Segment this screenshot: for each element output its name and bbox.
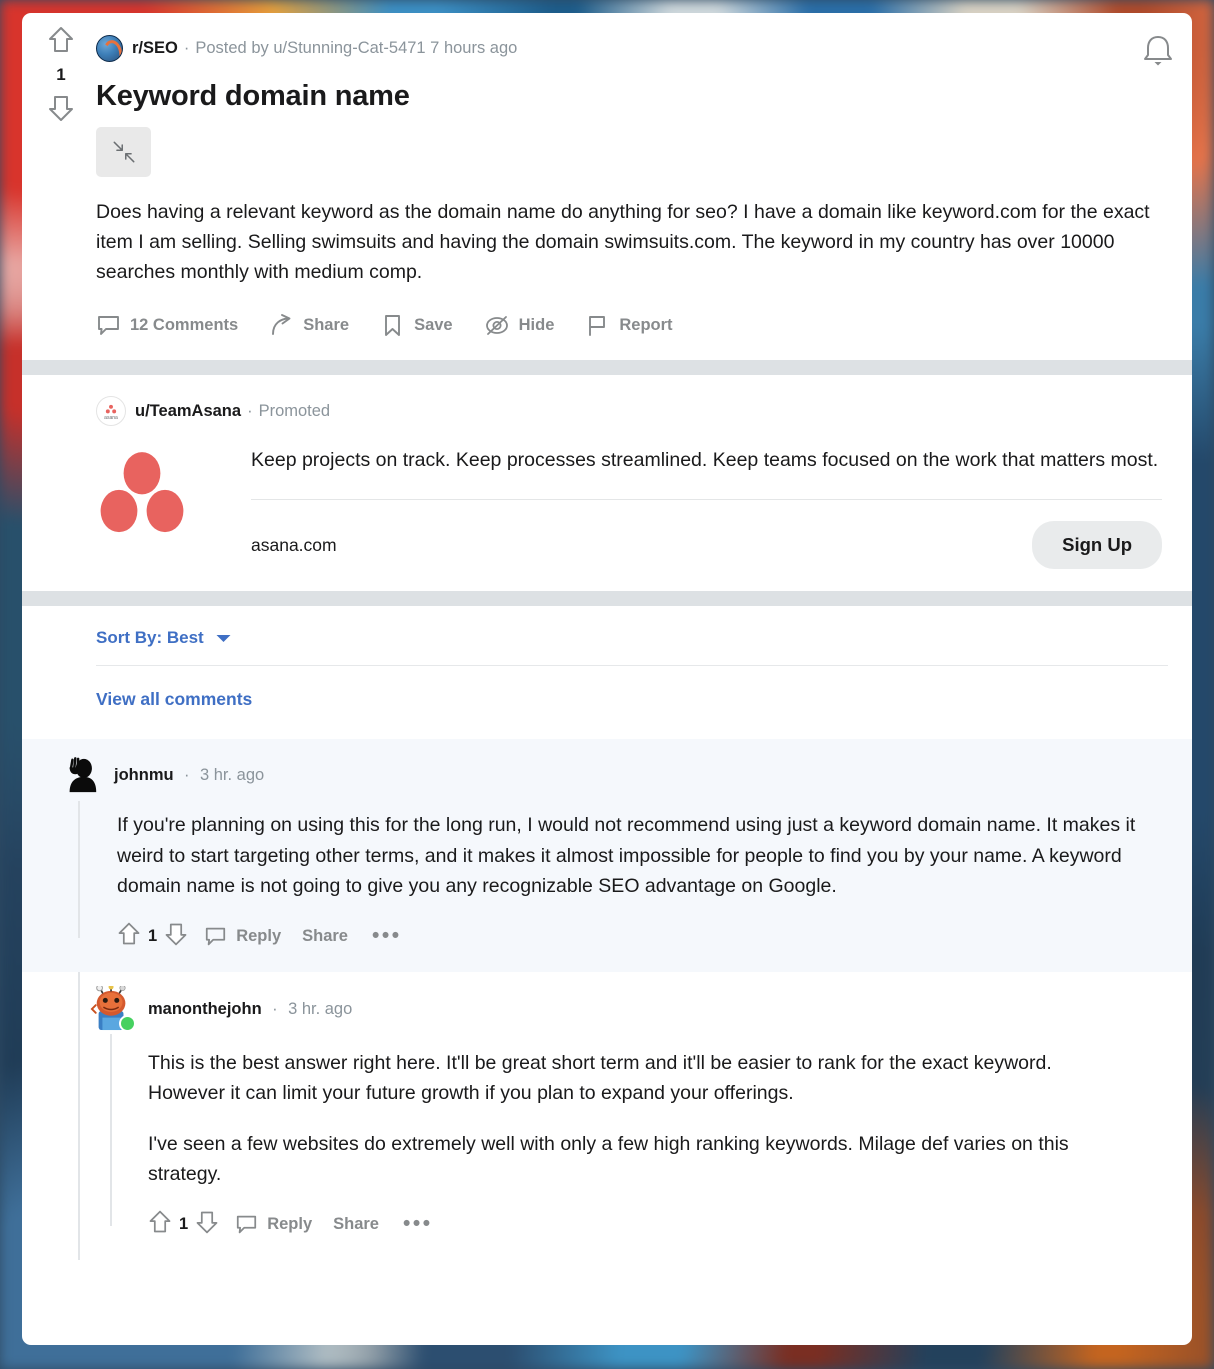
- upvote-arrow-icon[interactable]: [48, 25, 74, 55]
- post-action-bar: 12 Comments Share Save Hide Report: [96, 313, 1168, 360]
- comment-downvote-icon[interactable]: [195, 1209, 219, 1240]
- share-button[interactable]: Share: [269, 313, 349, 338]
- report-button[interactable]: Report: [585, 313, 673, 338]
- section-divider-bottom: [22, 591, 1192, 607]
- comment-author[interactable]: johnmu: [114, 766, 174, 784]
- page-title: Keyword domain name: [96, 80, 410, 112]
- comment-reply-button[interactable]: Reply: [204, 925, 281, 948]
- comments-button[interactable]: 12 Comments: [96, 313, 238, 338]
- comment-paragraph: If you're planning on using this for the…: [117, 814, 1136, 897]
- comment-reply-button[interactable]: Reply: [235, 1213, 312, 1236]
- comment-timestamp: 3 hr. ago: [288, 999, 353, 1018]
- chevron-down-icon: [216, 634, 231, 642]
- comment-upvote-icon[interactable]: [148, 1209, 172, 1240]
- comment-header: manonthejohn · 3 hr. ago: [90, 984, 1168, 1033]
- comments-toolbar: Sort By: Best View all comments: [22, 606, 1192, 710]
- section-divider-top: [22, 360, 1192, 376]
- comment-more-button[interactable]: •••: [403, 1214, 433, 1234]
- hide-button[interactable]: Hide: [484, 313, 555, 338]
- bookmark-icon: [385, 315, 401, 337]
- comment-score: 1: [148, 927, 158, 946]
- comment-downvote-icon[interactable]: [164, 921, 188, 952]
- save-label: Save: [414, 316, 453, 335]
- manonthejohn-snoo-avatar[interactable]: [90, 984, 136, 1033]
- asana-logo-icon: asana: [96, 396, 126, 427]
- reply-label: Reply: [267, 1215, 313, 1234]
- comment-more-button[interactable]: •••: [372, 926, 402, 946]
- sign-up-button[interactable]: Sign Up: [1032, 521, 1162, 570]
- ad-footer: asana.com Sign Up: [251, 521, 1162, 570]
- svg-text:asana: asana: [104, 415, 118, 421]
- comment-score: 1: [179, 1215, 189, 1234]
- ad-promoted-label: Promoted: [258, 401, 331, 420]
- comment-bubble-icon: [206, 927, 226, 946]
- post-score: 1: [56, 65, 66, 84]
- comment-share-button[interactable]: Share: [302, 927, 348, 946]
- online-status-indicator: [119, 1015, 136, 1033]
- promoted-ad-section: asana u/TeamAsana · Promoted Keep projec…: [22, 375, 1192, 591]
- reddit-post-card: 1 r/SEO · Posted by u/Stunning-Cat-5471 …: [22, 13, 1192, 1345]
- eye-slash-icon: [485, 316, 508, 336]
- reply-label: Reply: [236, 927, 282, 946]
- ad-text-column: Keep projects on track. Keep processes s…: [251, 445, 1168, 570]
- toolbar-divider: [96, 665, 1168, 667]
- share-arrow-icon: [272, 314, 291, 336]
- sort-by-dropdown[interactable]: Sort By: Best: [96, 628, 1168, 648]
- post-section: r/SEO · Posted by u/Stunning-Cat-5471 7 …: [22, 13, 1192, 360]
- comment-manonthejohn: manonthejohn · 3 hr. ago This is the bes…: [22, 972, 1192, 1261]
- comment-timestamp: 3 hr. ago: [199, 765, 265, 784]
- subreddit-avatar[interactable]: [96, 34, 123, 62]
- ad-headline[interactable]: Keep projects on track. Keep processes s…: [251, 445, 1162, 475]
- view-all-comments-link[interactable]: View all comments: [96, 689, 252, 710]
- ad-advertiser-name[interactable]: u/TeamAsana: [135, 402, 241, 421]
- post-body-text: Does having a relevant keyword as the do…: [96, 201, 1150, 284]
- comment-upvote-icon[interactable]: [117, 921, 141, 952]
- share-label: Share: [303, 316, 350, 335]
- comment-share-button[interactable]: Share: [333, 1215, 379, 1234]
- subreddit-name[interactable]: r/SEO: [132, 39, 178, 58]
- comment-paragraph: I've seen a few websites do extremely we…: [148, 1132, 1069, 1185]
- downvote-arrow-icon[interactable]: [48, 93, 74, 123]
- ad-header: asana u/TeamAsana · Promoted: [96, 395, 1168, 427]
- post-vote-column: 1: [30, 25, 92, 123]
- post-byline: Posted by u/Stunning-Cat-5471 7 hours ag…: [195, 38, 518, 57]
- report-label: Report: [619, 316, 673, 335]
- comment-bubble-icon: [237, 1215, 257, 1234]
- comment-separator: ·: [184, 765, 190, 784]
- sort-by-label: Sort By: Best: [96, 628, 204, 648]
- comment-johnmu: johnmu · 3 hr. ago If you're planning on…: [22, 739, 1192, 973]
- ad-separator: ·: [247, 401, 253, 420]
- thread-line[interactable]: [110, 1034, 112, 1227]
- post-byline-separator: ·: [183, 38, 190, 57]
- comment-action-bar: 1 Reply Share •••: [148, 1209, 1168, 1240]
- comment-separator: ·: [272, 999, 278, 1018]
- ad-domain-label[interactable]: asana.com: [251, 535, 337, 556]
- ad-divider: [251, 499, 1162, 501]
- asana-three-dots-icon[interactable]: [96, 445, 251, 569]
- comments-count-label: 12 Comments: [130, 316, 239, 335]
- comment-body: This is the best answer right here. It'l…: [148, 1048, 1128, 1189]
- comment-bubble-icon: [98, 316, 119, 336]
- comment-body: If you're planning on using this for the…: [117, 810, 1137, 901]
- comment-paragraph: This is the best answer right here. It'l…: [148, 1052, 1052, 1105]
- hide-label: Hide: [518, 316, 555, 335]
- thread-line-parent[interactable]: [78, 972, 80, 1261]
- post-header: r/SEO · Posted by u/Stunning-Cat-5471 7 …: [96, 31, 1168, 65]
- comment-author[interactable]: manonthejohn: [148, 1000, 262, 1018]
- comment-header: johnmu · 3 hr. ago: [62, 756, 1168, 794]
- johnmu-silhouette-avatar[interactable]: [62, 756, 100, 794]
- bell-icon[interactable]: [1138, 29, 1178, 73]
- comment-action-bar: 1 Reply Share •••: [117, 921, 1168, 952]
- thread-line[interactable]: [78, 801, 80, 939]
- ad-content: Keep projects on track. Keep processes s…: [96, 445, 1168, 570]
- collapse-arrows-icon[interactable]: [96, 127, 151, 178]
- flag-icon: [589, 316, 606, 337]
- comments-list: johnmu · 3 hr. ago If you're planning on…: [22, 739, 1192, 1261]
- save-button[interactable]: Save: [380, 313, 453, 338]
